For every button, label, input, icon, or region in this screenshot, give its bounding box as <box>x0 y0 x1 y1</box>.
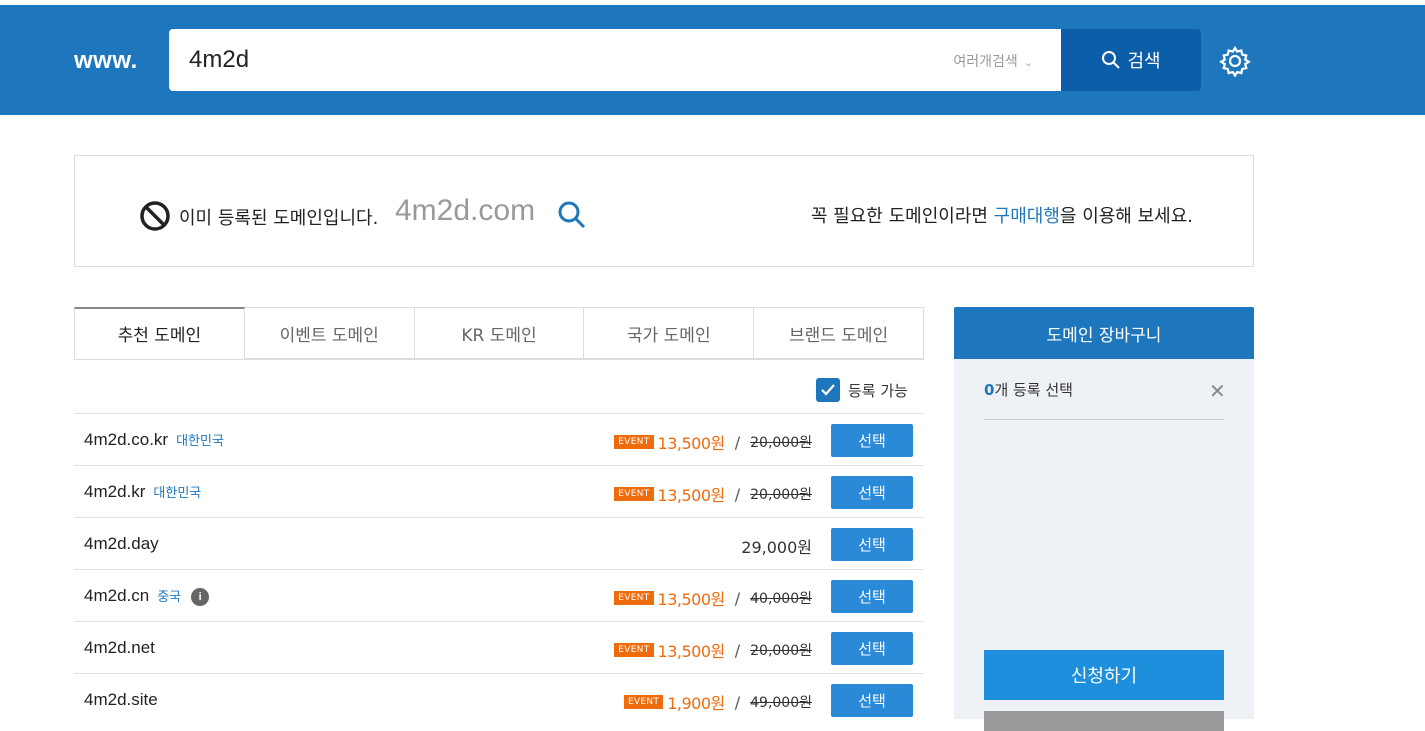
country-label: 중국 <box>157 589 182 604</box>
domain-list: 4m2d.co.kr 대한민국 EVENT 13,500원 / 20,000원 선… <box>74 413 924 725</box>
domain-name: 4m2d.cn <box>84 586 150 605</box>
available-label: 등록 가능 <box>848 381 908 400</box>
cart-count-label: 개 등록 선택 <box>994 381 1073 399</box>
original-price: 40,000원 <box>750 591 812 607</box>
domain-status-notice: 이미 등록된 도메인입니다. 4m2d.com 꼭 필요한 도메인이라면 구매대… <box>74 155 1254 267</box>
notice-right-suffix: 을 이용해 보세요. <box>1059 206 1193 227</box>
domain-cart: 도메인 장바구니 0개 등록 선택 ✕ 신청하기 <box>954 307 1254 731</box>
event-badge: EVENT <box>623 695 664 709</box>
sale-price: 13,500원 <box>657 590 726 609</box>
available-checkbox[interactable] <box>816 378 840 402</box>
sale-price: 13,500원 <box>657 486 726 505</box>
select-button[interactable]: 선택 <box>831 632 913 665</box>
search-icon <box>1102 51 1121 69</box>
country-label: 대한민국 <box>176 433 224 448</box>
price-divider: / <box>734 432 741 452</box>
event-badge: EVENT <box>614 591 654 605</box>
domain-name: 4m2d.co.kr <box>84 430 169 449</box>
tab-country[interactable]: 국가 도메인 <box>584 307 755 359</box>
price-block: EVENT 13,500원 / 40,000원 <box>614 586 812 610</box>
purchase-agency-link[interactable]: 구매대행 <box>994 206 1060 227</box>
price-block: EVENT 13,500원 / 20,000원 <box>614 430 812 454</box>
domain-name: 4m2d.kr <box>84 482 146 501</box>
purchase-agency-text: 꼭 필요한 도메인이라면 구매대행을 이용해 보세요. <box>811 202 1193 228</box>
price-block: EVENT 1,900원 / 49,000원 <box>623 690 812 714</box>
cart-title: 도메인 장바구니 <box>954 307 1254 359</box>
search-button[interactable]: 검색 <box>1061 29 1201 91</box>
price-block: EVENT 13,500원 / 20,000원 <box>614 482 812 506</box>
ban-icon <box>140 201 170 231</box>
original-price: 20,000원 <box>750 435 812 451</box>
close-icon[interactable]: ✕ <box>1209 381 1226 401</box>
cart-count: 0개 등록 선택 <box>984 379 1073 400</box>
event-badge: EVENT <box>614 487 654 501</box>
event-badge: EVENT <box>614 435 654 449</box>
country-label: 대한민국 <box>153 485 202 500</box>
domain-name: 4m2d.net <box>84 638 155 657</box>
domain-tabs: 추천 도메인 이벤트 도메인 KR 도메인 국가 도메인 브랜드 도메인 <box>74 307 924 360</box>
regular-price: 29,000원 <box>741 538 812 557</box>
registered-domain: 4m2d.com <box>395 194 536 227</box>
info-icon[interactable]: i <box>191 587 210 606</box>
sale-price: 13,500원 <box>657 434 726 453</box>
domain-name: 4m2d.site <box>84 690 158 709</box>
multi-search-label: 여러개검색 <box>953 54 1018 70</box>
price-divider: / <box>734 640 741 660</box>
divider <box>984 419 1224 420</box>
secondary-button[interactable] <box>984 711 1224 731</box>
check-icon <box>821 384 835 396</box>
search-box: 여러개검색 ⌄ <box>169 29 1061 91</box>
tab-recommended[interactable]: 추천 도메인 <box>74 307 245 359</box>
price-divider: / <box>734 484 741 504</box>
available-filter[interactable]: 등록 가능 <box>816 378 908 402</box>
gear-icon[interactable] <box>1219 45 1251 77</box>
original-price: 20,000원 <box>750 487 812 503</box>
table-row: 4m2d.kr 대한민국 EVENT 13,500원 / 20,000원 선택 <box>74 465 924 517</box>
table-row: 4m2d.day 29,000원 선택 <box>74 517 924 569</box>
search-input[interactable] <box>189 43 889 77</box>
notice-right-prefix: 꼭 필요한 도메인이라면 <box>810 206 994 227</box>
price-block: EVENT 13,500원 / 20,000원 <box>614 638 812 662</box>
table-row: 4m2d.cn 중국 i EVENT 13,500원 / 40,000원 선택 <box>74 569 924 621</box>
top-header: www. 여러개검색 ⌄ 검색 <box>0 5 1425 115</box>
multi-search-dropdown[interactable]: 여러개검색 ⌄ <box>953 51 1033 71</box>
cart-count-number: 0 <box>984 381 995 399</box>
tab-brand[interactable]: 브랜드 도메인 <box>754 307 924 359</box>
original-price: 20,000원 <box>750 643 812 659</box>
domain-name: 4m2d.day <box>84 534 159 553</box>
search-icon[interactable] <box>557 200 587 230</box>
select-button[interactable]: 선택 <box>831 424 913 457</box>
sale-price: 13,500원 <box>657 642 726 661</box>
table-row: 4m2d.site EVENT 1,900원 / 49,000원 선택 <box>74 673 924 725</box>
search-button-label: 검색 <box>1127 51 1161 72</box>
chevron-down-icon: ⌄ <box>1023 56 1033 69</box>
tab-event[interactable]: 이벤트 도메인 <box>244 307 415 359</box>
tab-kr[interactable]: KR 도메인 <box>414 307 585 359</box>
original-price: 49,000원 <box>750 695 812 711</box>
table-row: 4m2d.net EVENT 13,500원 / 20,000원 선택 <box>74 621 924 673</box>
sale-price: 1,900원 <box>667 694 725 713</box>
price-divider: / <box>734 692 741 712</box>
status-text: 이미 등록된 도메인입니다. <box>179 208 379 229</box>
apply-button[interactable]: 신청하기 <box>984 650 1224 700</box>
select-button[interactable]: 선택 <box>831 684 913 717</box>
select-button[interactable]: 선택 <box>831 528 913 561</box>
price-block: 29,000원 <box>741 534 812 558</box>
www-prefix: www. <box>74 47 138 74</box>
select-button[interactable]: 선택 <box>831 580 913 613</box>
event-badge: EVENT <box>614 643 654 657</box>
table-row: 4m2d.co.kr 대한민국 EVENT 13,500원 / 20,000원 선… <box>74 413 924 465</box>
select-button[interactable]: 선택 <box>831 476 913 509</box>
price-divider: / <box>734 588 741 608</box>
